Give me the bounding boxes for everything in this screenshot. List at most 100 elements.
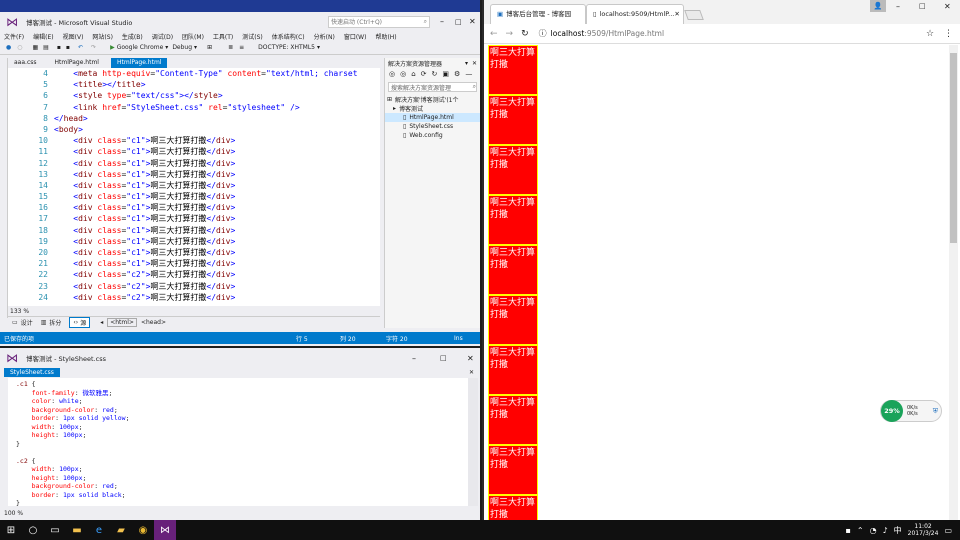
solution-item[interactable]: ▯ Web.config xyxy=(385,131,480,140)
close-icon[interactable]: ✕ xyxy=(674,5,679,24)
volume-icon[interactable]: ♪ xyxy=(883,526,888,535)
file-explorer-icon[interactable]: ▬ xyxy=(66,520,88,540)
visual-studio-icon[interactable]: ⋈ xyxy=(154,520,176,540)
zoom-level[interactable]: 133 % xyxy=(10,308,29,315)
close-icon[interactable]: ✕ xyxy=(472,60,477,67)
menu-item[interactable]: 团队(M) xyxy=(182,32,204,41)
back-icon[interactable]: ● xyxy=(6,44,11,51)
forward-icon[interactable]: ◎ xyxy=(400,70,406,78)
solution-item[interactable]: ⊞ 解决方案'博客测试'(1个 xyxy=(385,95,480,104)
toolbox-strip[interactable] xyxy=(0,58,8,318)
folder-icon[interactable]: ▰ xyxy=(110,520,132,540)
minimize-icon[interactable]: – xyxy=(896,2,900,11)
clock[interactable]: 11:02 2017/3/24 xyxy=(908,523,939,537)
chrome-icon[interactable]: ◉ xyxy=(132,520,154,540)
browser-tab-localhost[interactable]: ▯ localhost:9509/HtmlP... ✕ xyxy=(586,4,684,24)
notification-icon[interactable]: ▭ xyxy=(944,526,952,535)
page-scrollbar[interactable] xyxy=(949,45,958,520)
back-icon[interactable]: ◎ xyxy=(389,70,395,78)
menu-item[interactable]: 编辑(E) xyxy=(33,32,53,41)
home-icon[interactable]: ⌂ xyxy=(411,70,415,78)
close-icon[interactable]: ✕ xyxy=(944,2,951,11)
undo-icon[interactable]: ↶ xyxy=(78,44,83,51)
new-project-icon[interactable]: ▦ xyxy=(33,44,39,51)
collapse-icon[interactable]: ▣ xyxy=(442,70,449,78)
doctype-select[interactable]: DOCTYPE: XHTML5 xyxy=(258,44,315,51)
refresh-icon[interactable]: ↻ xyxy=(432,70,438,78)
menu-item[interactable]: 体系结构(C) xyxy=(272,32,305,41)
menu-item[interactable]: 测试(S) xyxy=(242,32,263,41)
preview-icon[interactable]: — xyxy=(465,70,472,78)
tab-stylesheet[interactable]: StyleSheet.css xyxy=(4,368,60,377)
windows-start-icon[interactable]: ⊞ xyxy=(0,520,22,540)
save-icon[interactable]: ▪ xyxy=(57,44,61,51)
html-editor[interactable]: 4 <meta http-equiv="Content-Type" conten… xyxy=(8,68,380,306)
new-tab-button[interactable] xyxy=(684,10,704,20)
forward-icon[interactable]: ○ xyxy=(17,44,22,51)
css-zoom-level[interactable]: 100 % xyxy=(4,510,23,517)
split-tab[interactable]: 拆分 xyxy=(49,318,61,327)
menu-item[interactable]: 生成(B) xyxy=(122,32,143,41)
design-tab[interactable]: 设计 xyxy=(21,318,33,327)
open-icon[interactable]: ▤ xyxy=(43,44,49,51)
edge-icon[interactable]: e xyxy=(88,520,110,540)
pin-icon[interactable]: ▾ xyxy=(465,60,468,67)
scroll-thumb[interactable] xyxy=(950,53,957,243)
menu-item[interactable]: 调试(D) xyxy=(152,32,173,41)
css-editor[interactable]: .c1 { font-family: 微软雅黑; color: white; b… xyxy=(8,378,468,506)
menu-item[interactable]: 分析(N) xyxy=(314,32,335,41)
redo-icon[interactable]: ↷ xyxy=(91,44,96,51)
menu-item[interactable]: 窗口(W) xyxy=(344,32,367,41)
css-vscroll[interactable] xyxy=(468,378,478,506)
tab-0[interactable]: aaa.css xyxy=(8,58,43,68)
nav-left-icon[interactable]: ◂ xyxy=(100,319,103,326)
forward-icon[interactable]: → xyxy=(506,29,514,39)
maximize-icon[interactable]: □ xyxy=(919,2,926,10)
maximize-icon[interactable]: □ xyxy=(455,18,462,26)
menu-item[interactable]: 视图(V) xyxy=(63,32,84,41)
close-icon[interactable]: ✕ xyxy=(467,354,474,363)
menu-item[interactable]: 帮助(H) xyxy=(375,32,396,41)
browser-select[interactable]: Google Chrome xyxy=(117,44,164,51)
tab-1[interactable]: HtmlPage.html xyxy=(49,58,105,68)
start-icon[interactable]: ▶ xyxy=(110,44,115,51)
comment-icon[interactable]: ≡ xyxy=(239,44,244,51)
cortana-icon[interactable]: ○ xyxy=(22,520,44,540)
menu-item[interactable]: 工具(T) xyxy=(213,32,233,41)
solution-item[interactable]: ▸ 博客测试 xyxy=(385,104,480,113)
menu-icon[interactable]: ⋮ xyxy=(944,29,953,39)
tray-up-icon[interactable]: ⌃ xyxy=(857,526,864,535)
minimize-icon[interactable]: – xyxy=(412,354,416,363)
network-icon[interactable]: ◔ xyxy=(870,526,877,535)
maximize-icon[interactable]: □ xyxy=(440,354,447,362)
solution-search[interactable]: 搜索解决方案资源管理 ⌕ xyxy=(388,82,477,92)
source-tab[interactable]: ‹› 源 xyxy=(69,317,91,328)
tab-2[interactable]: HtmlPage.html xyxy=(110,58,168,68)
browser-tab-blog[interactable]: ▣ 博客后台管理 - 博客园 xyxy=(490,4,586,24)
menu-item[interactable]: 网站(S) xyxy=(92,32,113,41)
solution-item[interactable]: ▯ StyleSheet.css xyxy=(385,122,480,131)
reload-icon[interactable]: ↻ xyxy=(521,29,529,39)
crumb-head[interactable]: <head> xyxy=(141,319,166,326)
properties-icon[interactable]: ⚙ xyxy=(454,70,460,78)
user-icon[interactable]: 👤 xyxy=(870,0,886,12)
sync-icon[interactable]: ⟳ xyxy=(421,70,427,78)
config-select[interactable]: Debug xyxy=(172,44,192,51)
back-icon[interactable]: ← xyxy=(490,29,498,39)
minimize-icon[interactable]: – xyxy=(440,17,444,26)
crumb-html[interactable]: <html> xyxy=(107,318,137,327)
format-icon[interactable]: ≣ xyxy=(228,44,233,51)
menu-item[interactable]: 文件(F) xyxy=(4,32,24,41)
save-all-icon[interactable]: ▪ xyxy=(66,44,70,51)
attach-icon[interactable]: ⊞ xyxy=(207,44,212,51)
ime-icon[interactable]: 中 xyxy=(894,525,902,536)
solution-item[interactable]: ▯ HtmlPage.html xyxy=(385,113,480,122)
net-speed-widget[interactable]: 29% 0K/s 0K/s ⛨ xyxy=(880,400,942,422)
task-view-icon[interactable]: ▭ xyxy=(44,520,66,540)
close-icon[interactable]: ✕ xyxy=(469,369,474,376)
tray-app-icon[interactable]: ▪ xyxy=(845,526,850,535)
address-bar[interactable]: localhost:9509/HtmlPage.html xyxy=(551,29,664,38)
close-icon[interactable]: ✕ xyxy=(469,17,476,26)
star-icon[interactable]: ☆ xyxy=(926,29,934,39)
quick-launch[interactable]: 快速启动 (Ctrl+Q) ⌕ xyxy=(328,15,430,28)
